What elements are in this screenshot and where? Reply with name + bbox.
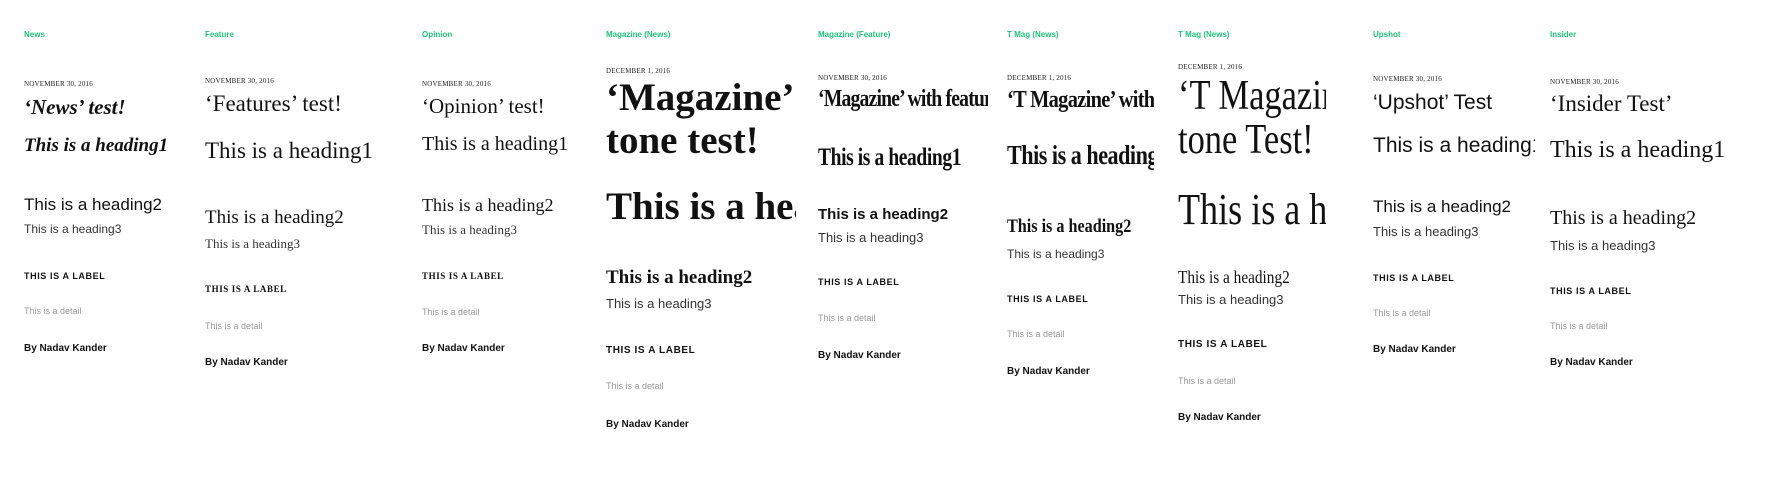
heading3: This is a heading3 — [1178, 292, 1284, 307]
headline: ‘Magazine’ with feature — [818, 86, 988, 112]
tone-label: T Mag (News) — [1178, 30, 1230, 39]
heading1: This is a heading1 — [205, 138, 373, 163]
heading2: This is a heading2 — [24, 195, 162, 214]
tone-label: T Mag (News) — [1007, 30, 1059, 39]
detail-text: This is a detail — [1550, 321, 1608, 331]
heading3: This is a heading3 — [606, 296, 712, 311]
headline: ‘Upshot’ Test — [1373, 91, 1493, 114]
heading3: This is a heading3 — [422, 222, 517, 237]
heading1: This is a heading1 — [606, 185, 796, 228]
byline: By Nadav Kander — [606, 419, 689, 430]
byline: By Nadav Kander — [1550, 357, 1633, 368]
detail-text: This is a detail — [1373, 308, 1431, 318]
heading2: This is a heading2 — [1550, 207, 1697, 229]
label-text: THIS IS A LABEL — [1007, 294, 1089, 304]
heading1: This is a heading1 — [1373, 134, 1535, 157]
heading2: This is a heading2 — [606, 267, 753, 288]
heading3: This is a heading3 — [205, 236, 300, 251]
headline: ‘News’ test! — [24, 95, 126, 119]
tone-column-tmag-news-2: T Mag (News) December 1, 2016 ‘T Magazin… — [1178, 0, 1326, 479]
tone-label: Upshot — [1373, 30, 1401, 39]
heading1: This is a heading1 — [422, 133, 569, 155]
label-text: THIS IS A LABEL — [818, 277, 900, 287]
date-line: November 30, 2016 — [818, 74, 887, 82]
byline: By Nadav Kander — [1007, 366, 1090, 377]
detail-text: This is a detail — [24, 306, 82, 316]
detail-text: This is a detail — [1178, 376, 1236, 386]
headline-line2: tone test! — [606, 119, 759, 162]
heading1: This is a heading1 — [818, 144, 962, 171]
tone-label: Magazine (Feature) — [818, 30, 891, 39]
date-line: November 30, 2016 — [205, 77, 274, 85]
heading1: This is a heading1 — [1550, 137, 1726, 163]
detail-text: This is a detail — [606, 381, 664, 391]
heading1: This is a heading1 — [1178, 185, 1326, 234]
tone-column-opinion: Opinion November 30, 2016 ‘Opinion’ test… — [422, 0, 587, 479]
tone-column-news: News November 30, 2016 ‘News’ test! This… — [24, 0, 182, 479]
byline: By Nadav Kander — [205, 357, 288, 368]
heading2: This is a heading2 — [1178, 267, 1290, 287]
headline-line2: tone Test! — [1178, 117, 1314, 163]
tone-label: Insider — [1550, 30, 1577, 39]
tone-label: Feature — [205, 30, 234, 39]
headline: ‘T Magazine’ with — [1007, 87, 1154, 113]
headline: ‘Features’ test! — [205, 91, 342, 116]
headline: ‘Insider Test’ — [1550, 91, 1673, 116]
headline: ‘T Magazine’ — [1178, 73, 1326, 119]
detail-text: This is a detail — [1007, 329, 1065, 339]
label-text: THIS IS A LABEL — [24, 271, 106, 281]
date-line: December 1, 2016 — [606, 67, 671, 75]
detail-text: This is a detail — [422, 307, 480, 317]
tone-label: Opinion — [422, 30, 453, 39]
heading2: This is a heading2 — [1007, 216, 1132, 237]
heading3: This is a heading3 — [818, 230, 924, 245]
date-line: December 1, 2016 — [1007, 74, 1072, 82]
date-line: November 30, 2016 — [1550, 78, 1619, 86]
label-text: THIS IS A LABEL — [1178, 339, 1268, 350]
label-text: THIS IS A LABEL — [422, 271, 504, 281]
byline: By Nadav Kander — [422, 343, 505, 354]
heading2: This is a heading2 — [422, 195, 554, 215]
heading2: This is a heading2 — [1373, 197, 1511, 216]
byline: By Nadav Kander — [818, 350, 901, 361]
headline: ‘Opinion’ test! — [422, 94, 545, 118]
tone-column-feature: Feature November 30, 2016 ‘Features’ tes… — [205, 0, 390, 479]
tone-column-magazine-feature: Magazine (Feature) November 30, 2016 ‘Ma… — [818, 0, 988, 479]
heading3: This is a heading3 — [24, 222, 122, 236]
tone-label: Magazine (News) — [606, 30, 671, 39]
heading2: This is a heading2 — [818, 206, 949, 223]
label-text: THIS IS A LABEL — [1550, 286, 1632, 296]
heading3: This is a heading3 — [1550, 238, 1656, 253]
detail-text: This is a detail — [205, 321, 263, 331]
label-text: THIS IS A LABEL — [1373, 273, 1455, 283]
byline: By Nadav Kander — [1178, 412, 1261, 423]
tone-column-upshot: Upshot November 30, 2016 ‘Upshot’ Test T… — [1373, 0, 1535, 479]
byline: By Nadav Kander — [24, 343, 107, 354]
detail-text: This is a detail — [818, 313, 876, 323]
label-text: THIS IS A LABEL — [606, 345, 696, 356]
headline: ‘Magazine’ — [606, 76, 795, 119]
heading2: This is a heading2 — [205, 207, 344, 228]
tone-column-insider: Insider November 30, 2016 ‘Insider Test’… — [1550, 0, 1784, 479]
byline: By Nadav Kander — [1373, 344, 1456, 355]
tone-column-magazine-news: Magazine (News) December 1, 2016 ‘Magazi… — [606, 0, 796, 479]
date-line: November 30, 2016 — [1373, 75, 1442, 83]
heading1: This is a heading1 — [24, 135, 169, 156]
date-line: November 30, 2016 — [422, 80, 491, 88]
date-line: December 1, 2016 — [1178, 63, 1243, 71]
label-text: THIS IS A LABEL — [205, 284, 287, 294]
tone-column-tmag-news: T Mag (News) December 1, 2016 ‘T Magazin… — [1007, 0, 1154, 479]
heading3: This is a heading3 — [1007, 247, 1105, 261]
tone-label: News — [24, 30, 45, 39]
heading1: This is a heading1 — [1007, 140, 1154, 170]
heading3: This is a heading3 — [1373, 224, 1479, 239]
date-line: November 30, 2016 — [24, 80, 93, 88]
